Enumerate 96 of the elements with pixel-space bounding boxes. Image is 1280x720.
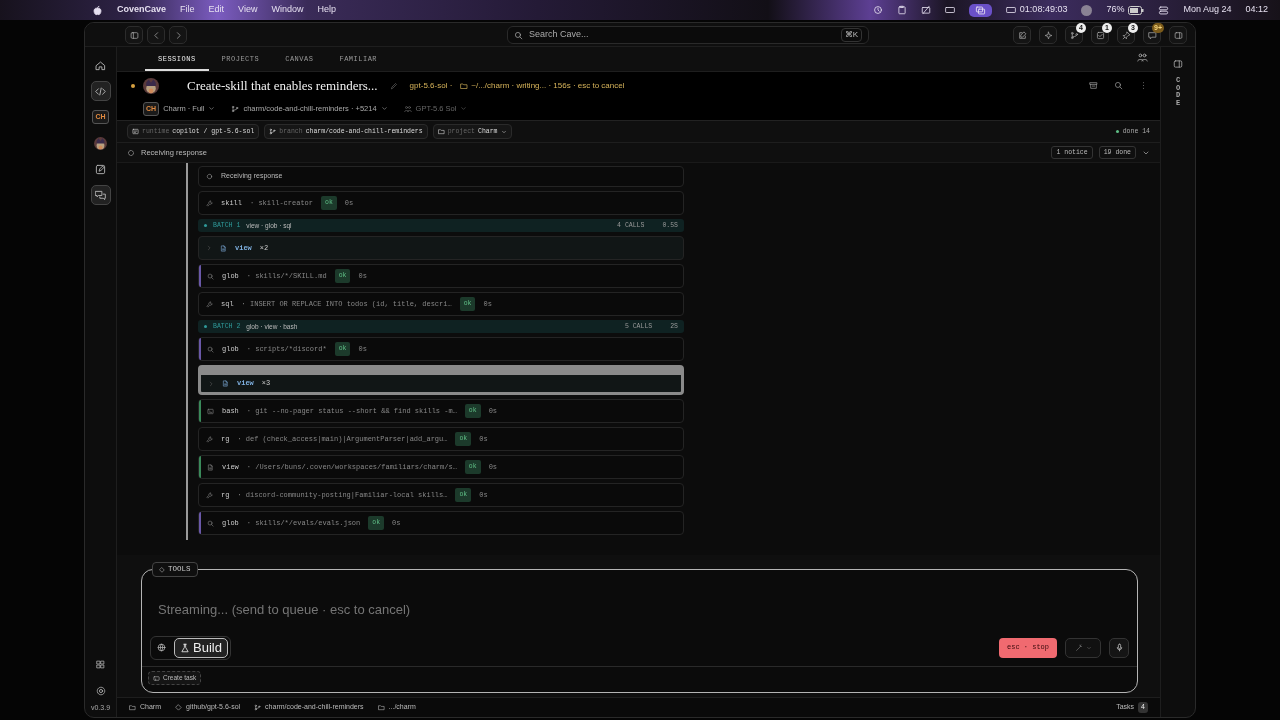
- microphone-icon: [1114, 643, 1124, 652]
- archive-icon[interactable]: [1089, 81, 1098, 91]
- globe-icon[interactable]: [157, 643, 166, 652]
- panel-icon[interactable]: [1173, 59, 1183, 69]
- screens-icon: [974, 4, 986, 16]
- sparkle-button[interactable]: [1039, 26, 1057, 44]
- diamond-icon: [159, 566, 165, 573]
- screen-mirroring-button[interactable]: [968, 3, 992, 17]
- wrench-icon: [206, 491, 213, 499]
- display-icon[interactable]: [944, 5, 955, 15]
- wrench-icon: [206, 300, 213, 308]
- timer-text: 01:08:49:03: [1019, 3, 1068, 17]
- branch-icon: [231, 104, 240, 113]
- branch-icon: [269, 128, 277, 135]
- model-label: gpt-5.6-sol ·: [409, 79, 453, 92]
- done-dot: [1115, 130, 1119, 133]
- branch-icon: [254, 704, 262, 711]
- session-title: Create-skill that enables reminders...: [187, 77, 378, 95]
- rail-item[interactable]: [90, 185, 111, 205]
- sparkle-icon: [1043, 30, 1053, 40]
- search-icon: [207, 519, 214, 527]
- search-field[interactable]: Search Cave... ⌘K: [507, 26, 869, 44]
- status-dot: [131, 83, 135, 88]
- batch-dot: [204, 224, 207, 227]
- flask-icon: [180, 642, 190, 653]
- logo-icon: [92, 4, 103, 16]
- edit-icon: [95, 163, 106, 175]
- chevron-down-icon: [1085, 644, 1092, 651]
- menu-item[interactable]: View: [238, 3, 258, 17]
- menu-item[interactable]: File: [180, 3, 195, 17]
- grid-icon: [96, 660, 105, 669]
- toggles-icon[interactable]: [1158, 4, 1170, 16]
- search-icon: [207, 272, 214, 280]
- settings-icon: [95, 685, 106, 696]
- folder-icon: [460, 81, 469, 90]
- compose-icon: [1017, 30, 1027, 40]
- rail-item[interactable]: [90, 81, 111, 101]
- terminal-icon: [207, 407, 214, 415]
- spinner-icon: [127, 148, 135, 157]
- people-icon[interactable]: [1137, 52, 1148, 63]
- folder-icon: [129, 704, 136, 711]
- file-icon: [222, 380, 229, 387]
- chevron-down-icon: [460, 105, 468, 113]
- file-icon: [220, 244, 227, 252]
- people-icon: [403, 104, 412, 113]
- file-icon: [207, 463, 214, 471]
- forward-icon: [208, 380, 214, 387]
- batch-dot: [204, 325, 207, 328]
- ticket-icon: [153, 674, 160, 682]
- message-input[interactable]: Streaming... (send to queue · esc to cancel): [150, 600, 850, 620]
- microphone-button[interactable]: [1109, 637, 1129, 658]
- menubar-date: Mon Aug 24: [1183, 3, 1232, 17]
- display-icon: [1005, 5, 1016, 15]
- checklist-icon: [1095, 30, 1105, 40]
- wrench-icon: [206, 435, 213, 443]
- folder-icon: [377, 704, 385, 711]
- back-icon: [151, 30, 161, 40]
- pin-icon: [1121, 30, 1131, 40]
- search-icon: [207, 345, 214, 353]
- clipboard-icon[interactable]: [896, 5, 907, 15]
- menu-item[interactable]: Window: [271, 3, 304, 17]
- menu-item[interactable]: Edit: [208, 3, 225, 17]
- battery-percent: 76%: [1106, 3, 1125, 17]
- search-icon[interactable]: [1114, 81, 1123, 91]
- sidebar-toggle-button[interactable]: [125, 26, 143, 44]
- clock-icon[interactable]: [872, 5, 883, 15]
- panel-icon: [1173, 30, 1183, 40]
- code-icon: [95, 85, 106, 97]
- spinner-icon: [206, 173, 213, 180]
- chevron-down-icon: [380, 105, 388, 113]
- mode-button[interactable]: Build: [174, 637, 228, 658]
- shortcut-key: ⌘K: [840, 28, 862, 42]
- chat-icon: [1147, 30, 1157, 40]
- user-avatar[interactable]: [1081, 4, 1093, 16]
- panel-button[interactable]: [1169, 26, 1187, 44]
- battery-icon[interactable]: [1128, 5, 1145, 15]
- app-name-menu[interactable]: CovenCave: [117, 3, 167, 17]
- display-off-icon[interactable]: [920, 5, 931, 15]
- wand-icon: [1074, 643, 1083, 652]
- search-placeholder: Search Cave...: [529, 28, 589, 42]
- window-icon: [132, 128, 139, 135]
- branch-icon: [1069, 30, 1079, 40]
- chats-icon: [95, 189, 106, 201]
- menu-item[interactable]: Help: [317, 3, 336, 17]
- search-icon: [514, 30, 523, 40]
- chevron-down-icon: [500, 128, 507, 135]
- home-icon: [95, 59, 106, 71]
- chevron-down-icon: [208, 105, 216, 113]
- compose-button[interactable]: [1013, 26, 1031, 44]
- sidebar-icon: [129, 30, 139, 40]
- diamond-icon: [175, 704, 182, 711]
- folder-icon: [437, 128, 445, 135]
- menubar-time: 04:12: [1245, 3, 1268, 17]
- forward-icon: [206, 245, 212, 251]
- session-meta: ~/.../charm · writing... · 156s · esc to cancel: [471, 79, 625, 92]
- wrench-icon: [206, 199, 213, 207]
